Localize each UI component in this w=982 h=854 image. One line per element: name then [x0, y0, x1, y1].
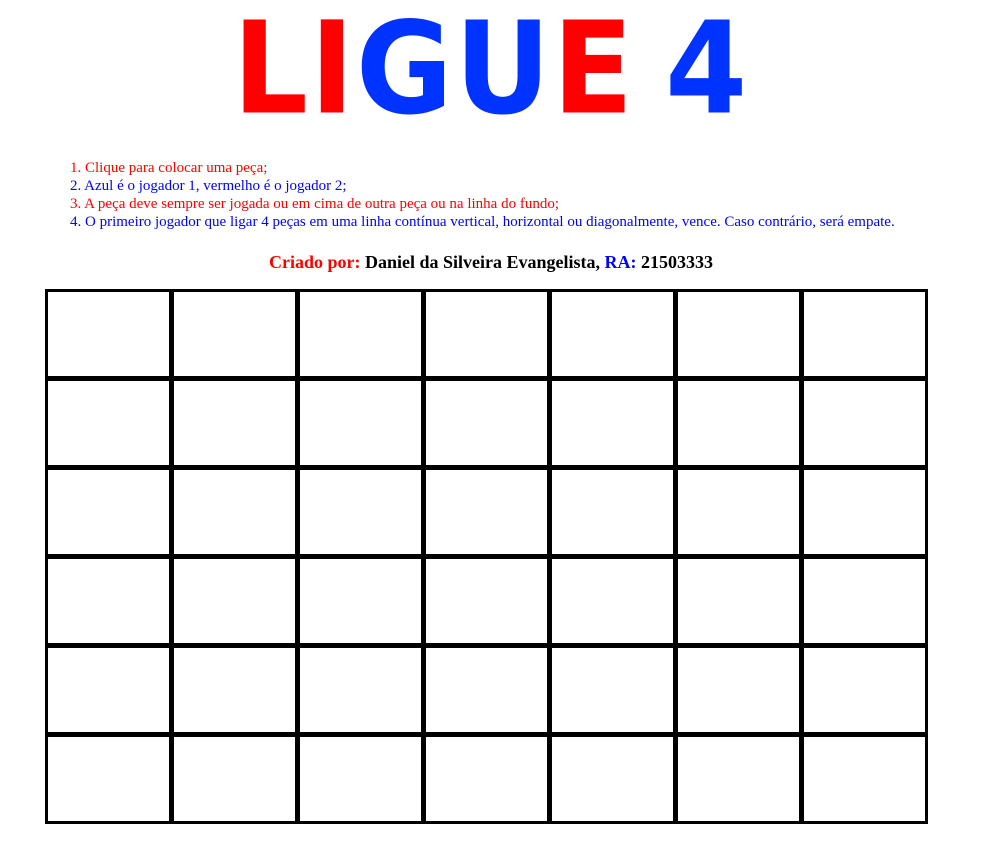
board-cell-r6-c1[interactable] [48, 737, 169, 821]
ra-value: 21503333 [641, 252, 713, 272]
board-cell-r3-c6[interactable] [678, 470, 799, 554]
board-cell-r1-c6[interactable] [678, 292, 799, 376]
game-board [45, 289, 928, 824]
created-by-label: Criado por: [268, 252, 361, 272]
board-cell-r3-c1[interactable] [48, 470, 169, 554]
board-cell-r3-c7[interactable] [804, 470, 925, 554]
board-cell-r2-c6[interactable] [678, 381, 799, 465]
board-cell-r6-c5[interactable] [552, 737, 673, 821]
board-cell-r5-c2[interactable] [174, 648, 295, 732]
board-cell-r5-c4[interactable] [426, 648, 547, 732]
board-cell-r5-c6[interactable] [678, 648, 799, 732]
board-cell-r4-c5[interactable] [552, 559, 673, 643]
board-cell-r2-c5[interactable] [552, 381, 673, 465]
board-cell-r3-c5[interactable] [552, 470, 673, 554]
board-cell-r5-c7[interactable] [804, 648, 925, 732]
board-cell-r1-c4[interactable] [426, 292, 547, 376]
board-cell-r1-c2[interactable] [174, 292, 295, 376]
board-cell-r6-c2[interactable] [174, 737, 295, 821]
board-cell-r3-c4[interactable] [426, 470, 547, 554]
game-title: LIGUE 4 [0, 0, 982, 137]
board-cell-r6-c6[interactable] [678, 737, 799, 821]
board-cell-r6-c7[interactable] [804, 737, 925, 821]
board-cell-r1-c3[interactable] [300, 292, 421, 376]
board-cell-r4-c7[interactable] [804, 559, 925, 643]
board-cell-r4-c3[interactable] [300, 559, 421, 643]
title-letter: E [552, 0, 636, 143]
board-cell-r2-c2[interactable] [174, 381, 295, 465]
author-name: Daniel da Silveira Evangelista, [364, 252, 600, 272]
board-cell-r3-c2[interactable] [174, 470, 295, 554]
board-cell-r1-c7[interactable] [804, 292, 925, 376]
board-cell-r4-c2[interactable] [174, 559, 295, 643]
title-letter: U [454, 0, 553, 143]
board-cell-r4-c4[interactable] [426, 559, 547, 643]
board-cell-r2-c4[interactable] [426, 381, 547, 465]
board-cell-r1-c1[interactable] [48, 292, 169, 376]
board-cell-r4-c6[interactable] [678, 559, 799, 643]
credits-line: Criado por: Daniel da Silveira Evangelis… [0, 251, 982, 273]
ra-label: RA: [604, 252, 637, 272]
board-cell-r5-c3[interactable] [300, 648, 421, 732]
board-cell-r2-c1[interactable] [48, 381, 169, 465]
title-letter: I [309, 0, 356, 143]
board-cell-r6-c3[interactable] [300, 737, 421, 821]
rule-item: 3. A peça deve sempre ser jogada ou em c… [70, 196, 559, 212]
board-cell-r2-c7[interactable] [804, 381, 925, 465]
board-cell-r2-c3[interactable] [300, 381, 421, 465]
board-cell-r4-c1[interactable] [48, 559, 169, 643]
title-letter: G [355, 0, 455, 143]
rule-item: 1. Clique para colocar uma peça; [70, 160, 268, 176]
board-cell-r1-c5[interactable] [552, 292, 673, 376]
board-cell-r6-c4[interactable] [426, 737, 547, 821]
rules-list: 1. Clique para colocar uma peça; 2. Azul … [70, 159, 895, 231]
title-letter: 4 [665, 0, 750, 143]
board-cell-r3-c3[interactable] [300, 470, 421, 554]
title-letter: L [232, 0, 310, 143]
rule-item: 2. Azul é o jogador 1, vermelho é o joga… [70, 178, 347, 194]
rule-item: 4. O primeiro jogador que ligar 4 peças … [70, 214, 895, 230]
board-cell-r5-c5[interactable] [552, 648, 673, 732]
board-cell-r5-c1[interactable] [48, 648, 169, 732]
